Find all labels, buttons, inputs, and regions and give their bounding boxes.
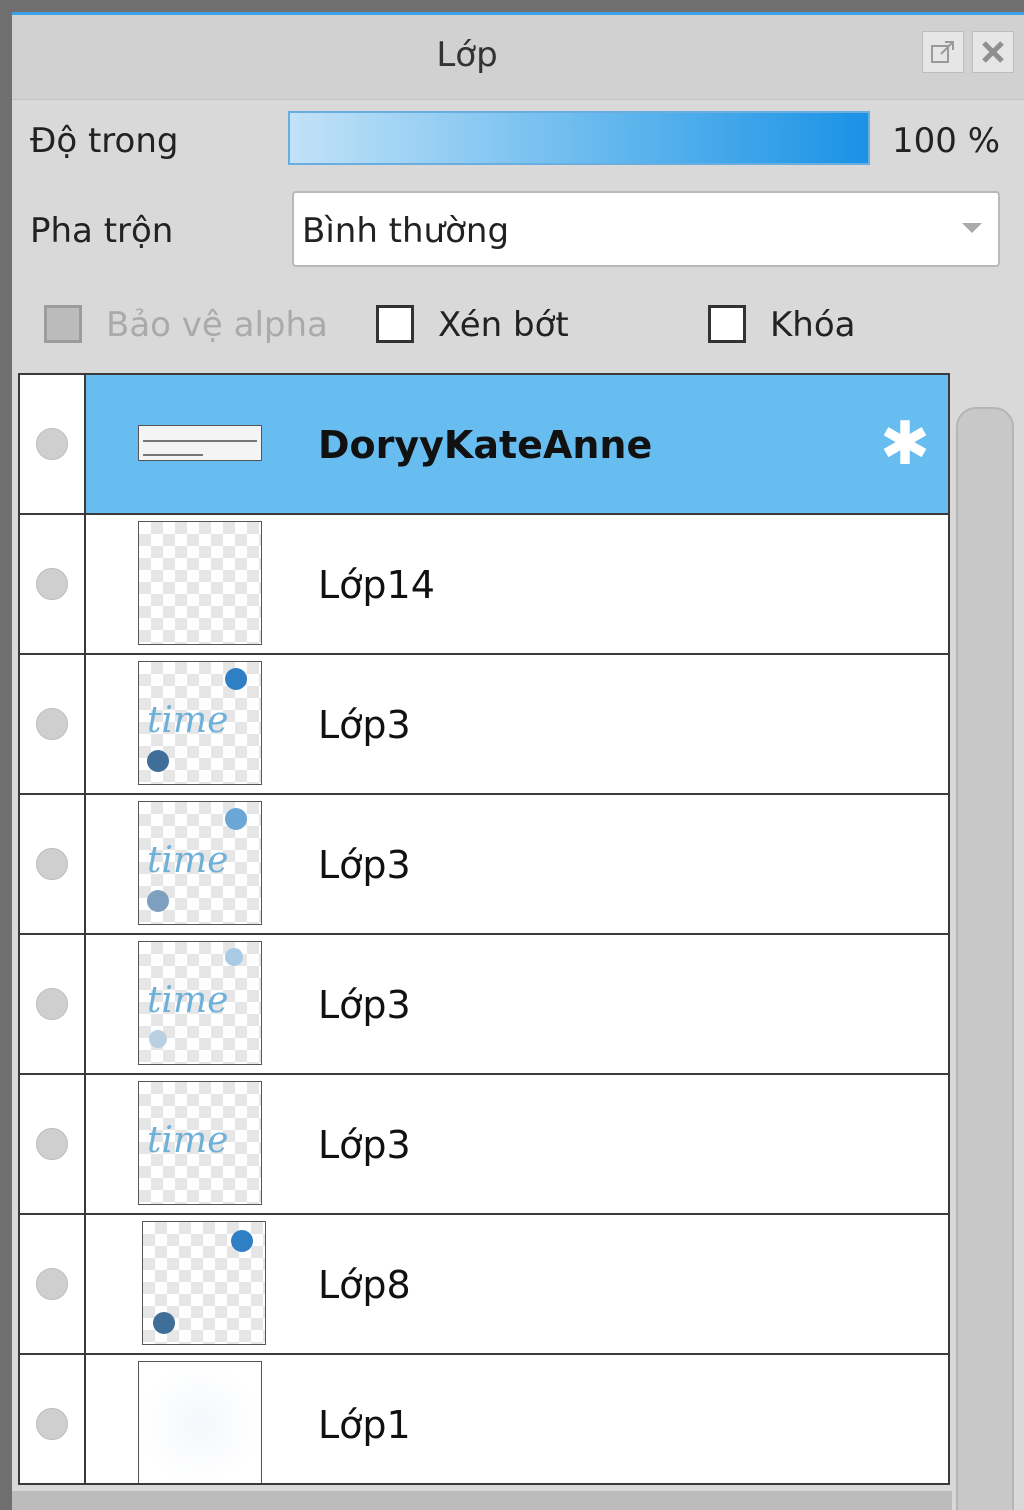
visibility-cell[interactable] xyxy=(20,1075,86,1213)
blend-mode-select[interactable]: Bình thường xyxy=(292,191,1000,267)
protect-alpha-checkbox[interactable] xyxy=(44,305,82,343)
visibility-cell[interactable] xyxy=(20,655,86,793)
opacity-label: Độ trong xyxy=(30,121,179,161)
visibility-cell[interactable] xyxy=(20,1215,86,1353)
layer-name: Lớp3 xyxy=(318,843,411,887)
layer-row[interactable]: time Lớp3 xyxy=(20,1075,948,1215)
visibility-dot-icon[interactable] xyxy=(36,568,68,600)
visibility-dot-icon[interactable] xyxy=(36,1408,68,1440)
protect-alpha-label: Bảo vệ alpha xyxy=(106,305,328,345)
layer-thumbnail xyxy=(138,521,262,645)
layer-name: Lớp3 xyxy=(318,983,411,1027)
blend-mode-value: Bình thường xyxy=(302,211,510,251)
visibility-dot-icon[interactable] xyxy=(36,1128,68,1160)
layer-name: Lớp3 xyxy=(318,1123,411,1167)
layer-row[interactable]: Lớp8 xyxy=(20,1215,948,1355)
visibility-dot-icon[interactable] xyxy=(36,428,68,460)
layer-list: DoryyKateAnne ✱ Lớp14 time Lớp3 time Lớp… xyxy=(18,373,950,1485)
visibility-cell[interactable] xyxy=(20,935,86,1073)
visibility-dot-icon[interactable] xyxy=(36,708,68,740)
layer-row[interactable]: DoryyKateAnne ✱ xyxy=(20,375,948,515)
layer-row[interactable]: time Lớp3 xyxy=(20,935,948,1075)
layer-list-scrollbar[interactable] xyxy=(956,407,1014,1510)
layer-thumbnail xyxy=(142,1221,266,1345)
layer-name: DoryyKateAnne xyxy=(318,423,653,467)
clipping-label: Xén bớt xyxy=(438,305,569,345)
panel-bottom-bar xyxy=(12,1491,952,1510)
opacity-slider-fill xyxy=(290,113,868,163)
visibility-cell[interactable] xyxy=(20,375,86,513)
layer-row[interactable]: time Lớp3 xyxy=(20,795,948,935)
visibility-dot-icon[interactable] xyxy=(36,1268,68,1300)
visibility-cell[interactable] xyxy=(20,795,86,933)
opacity-value: 100 % xyxy=(892,121,1001,161)
opacity-slider[interactable] xyxy=(288,111,870,165)
clipping-checkbox[interactable] xyxy=(376,305,414,343)
layer-name: Lớp14 xyxy=(318,563,435,607)
popout-icon[interactable] xyxy=(922,31,964,73)
chevron-down-icon xyxy=(962,223,982,233)
visibility-cell[interactable] xyxy=(20,1355,86,1483)
visibility-cell[interactable] xyxy=(20,515,86,653)
layer-thumbnail: time xyxy=(138,1081,262,1205)
layer-row[interactable]: time Lớp3 xyxy=(20,655,948,795)
visibility-dot-icon[interactable] xyxy=(36,848,68,880)
layer-thumbnail: time xyxy=(138,941,262,1065)
visibility-dot-icon[interactable] xyxy=(36,988,68,1020)
layer-thumbnail: time xyxy=(138,661,262,785)
layer-row[interactable]: Lớp1 xyxy=(20,1355,948,1483)
layer-thumbnail: time xyxy=(138,801,262,925)
layer-name: Lớp8 xyxy=(318,1263,411,1307)
blend-mode-label: Pha trộn xyxy=(30,211,174,251)
layer-name: Lớp3 xyxy=(318,703,411,747)
layer-row[interactable]: Lớp14 xyxy=(20,515,948,655)
panel-titlebar: Lớp xyxy=(12,15,1024,100)
gear-icon[interactable]: ✱ xyxy=(872,411,938,477)
layer-thumbnail xyxy=(138,1361,262,1483)
layers-panel: Lớp Độ trong 100 % Pha trộn Bình thường … xyxy=(12,12,1024,1510)
lock-label: Khóa xyxy=(770,305,856,345)
close-icon[interactable] xyxy=(972,31,1014,73)
lock-checkbox[interactable] xyxy=(708,305,746,343)
layer-thumbnail xyxy=(138,425,262,461)
layer-name: Lớp1 xyxy=(318,1403,411,1447)
panel-title: Lớp xyxy=(436,35,498,75)
